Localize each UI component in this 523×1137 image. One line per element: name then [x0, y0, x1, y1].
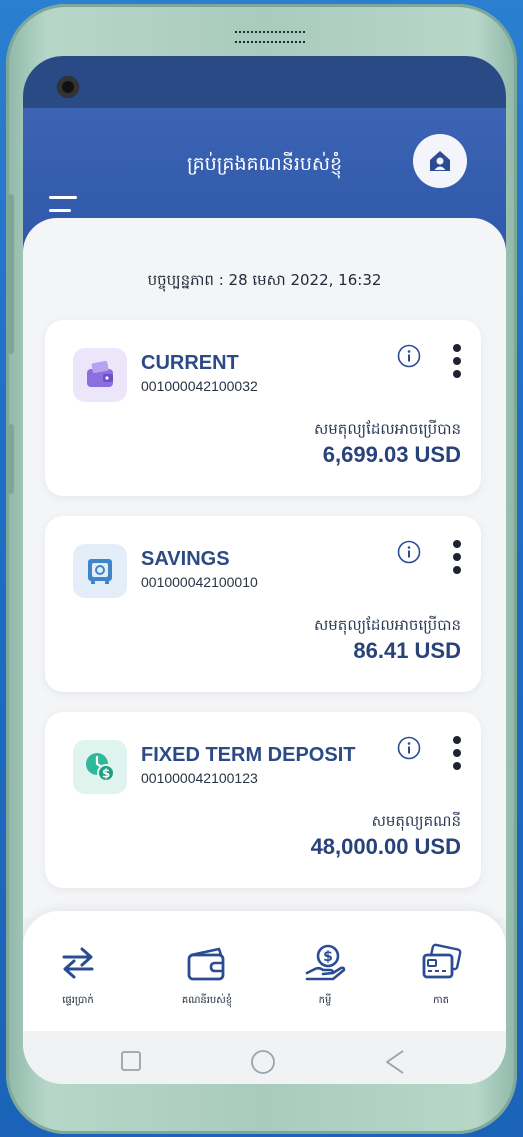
more-options-icon[interactable]: [451, 540, 463, 574]
nav-label: ផ្ទេរប្រាក់: [62, 995, 94, 1006]
balance-value: 86.41 USD: [353, 638, 461, 663]
nav-label: កាត: [433, 995, 449, 1006]
nav-label: កម្ចី: [318, 995, 332, 1006]
wallet-icon: [187, 947, 225, 981]
svg-text:$: $: [323, 949, 333, 965]
accounts-panel: បច្ចុប្បន្នភាព : 28 មេសា 2022, 16:32 CUR…: [23, 218, 506, 918]
account-card-current[interactable]: CURRENT 001000042100032 សមតុល្យដែលអាចប្រ…: [45, 320, 481, 496]
info-icon[interactable]: [397, 540, 421, 564]
app-screen: គ្រប់គ្រងគណនីរបស់ខ្ញុំ បច្ចុប្បន្នភាព : …: [23, 56, 506, 1084]
nav-label: គណនីរបស់ខ្ញុំ: [181, 995, 233, 1006]
nav-item-transfer[interactable]: ផ្ទេរប្រាក់: [23, 943, 133, 1008]
account-name: SAVINGS: [141, 548, 230, 570]
recent-apps-icon[interactable]: [119, 1049, 143, 1073]
speaker-grille: [235, 31, 305, 43]
status-bar: [23, 56, 506, 108]
nav-item-loan[interactable]: $ កម្ចី: [270, 943, 380, 1008]
nav-item-my-accounts[interactable]: គណនីរបស់ខ្ញុំ: [152, 943, 262, 1008]
home-button[interactable]: [413, 134, 467, 188]
front-camera: [57, 76, 79, 98]
loan-icon: $: [305, 944, 346, 981]
balance-value: 48,000.00 USD: [310, 834, 461, 859]
account-card-savings[interactable]: SAVINGS 001000042100010 សមតុល្យដែលអាចប្រ…: [45, 516, 481, 692]
balance-value: 6,699.03 USD: [322, 442, 461, 467]
balance-label: សមតុល្យដែលអាចប្រើបាន: [314, 420, 461, 438]
account-number: 001000042100032: [141, 378, 258, 394]
info-icon[interactable]: [397, 344, 421, 368]
back-icon[interactable]: [383, 1049, 407, 1075]
home-nav-icon[interactable]: [250, 1049, 276, 1075]
nav-item-cards[interactable]: កាត: [386, 943, 496, 1008]
balance-label: សមតុល្យដែលអាចប្រើបាន: [314, 616, 461, 634]
bottom-nav: ផ្ទេរប្រាក់ គណនីរបស់ខ្ញុំ $ កម្ចី កាត: [23, 911, 506, 1031]
safe-icon: [73, 544, 127, 598]
account-name: CURRENT: [141, 352, 239, 374]
info-icon[interactable]: [397, 736, 421, 760]
balance-label: សមតុល្យគណនី: [371, 812, 461, 830]
home-icon: [430, 151, 450, 171]
svg-text:$: $: [102, 767, 110, 781]
card-icon: [422, 943, 462, 979]
account-name: FIXED TERM DEPOSIT: [141, 744, 356, 766]
volume-button: [8, 194, 14, 354]
wallet-icon: [73, 348, 127, 402]
system-nav-bar: [23, 1031, 506, 1084]
power-button: [8, 424, 14, 494]
transfer-icon: [62, 947, 94, 979]
account-number: 001000042100010: [141, 574, 258, 590]
more-options-icon[interactable]: [451, 344, 463, 378]
clock-dollar-icon: $: [73, 740, 127, 794]
last-updated-text: បច្ចុប្បន្នភាព : 28 មេសា 2022, 16:32: [147, 271, 382, 289]
more-options-icon[interactable]: [451, 736, 463, 770]
account-number: 001000042100123: [141, 770, 258, 786]
account-card-fixed-deposit[interactable]: $ FIXED TERM DEPOSIT 001000042100123 សមត…: [45, 712, 481, 888]
